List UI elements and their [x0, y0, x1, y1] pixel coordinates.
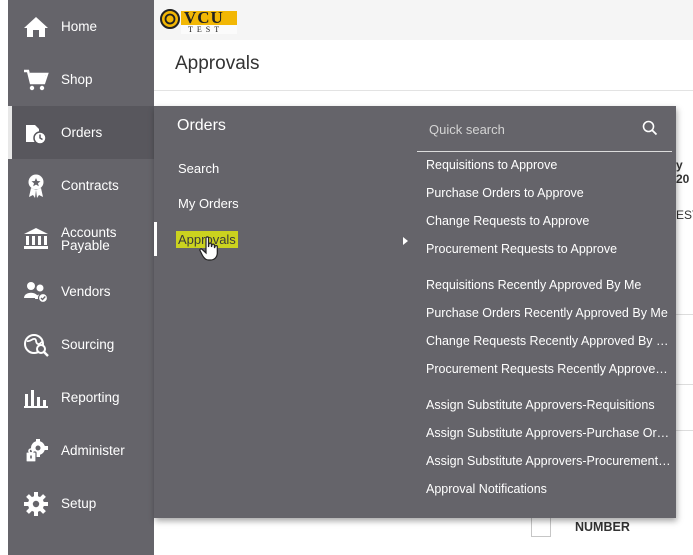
- sidebar-item-label: Orders: [61, 125, 103, 140]
- sidebar-item-vendors[interactable]: Vendors: [8, 265, 154, 318]
- orders-flyout-menu: Orders Search My Orders Approvals Requis…: [154, 106, 676, 518]
- sidebar-item-label: Vendors: [61, 284, 111, 299]
- submenu-active-indicator: [154, 222, 157, 256]
- submenu-item-my-orders[interactable]: My Orders: [178, 196, 239, 211]
- link-assign-substitute-requisitions[interactable]: Assign Substitute Approvers-Requisitions: [426, 398, 671, 412]
- chevron-right-icon: [403, 237, 408, 245]
- column-header-number: NUMBER: [575, 520, 630, 534]
- sidebar-item-accounts-payable[interactable]: Accounts Payable: [8, 212, 154, 265]
- background-cell: EST: [676, 208, 693, 222]
- active-indicator: [8, 106, 12, 159]
- bar-chart-icon: [22, 384, 50, 412]
- bank-icon: [22, 225, 50, 253]
- sidebar-item-orders[interactable]: Orders: [8, 106, 154, 159]
- sidebar-item-label: Setup: [61, 496, 97, 511]
- link-assign-substitute-purchase-orders[interactable]: Assign Substitute Approvers-Purchase Ord…: [426, 426, 671, 440]
- link-change-requests-to-approve[interactable]: Change Requests to Approve: [426, 214, 671, 228]
- page-title: Approvals: [175, 53, 260, 74]
- link-change-requests-recently-approved[interactable]: Change Requests Recently Approved By Me: [426, 334, 671, 348]
- ribbon-icon: [22, 172, 50, 200]
- submenu-item-search[interactable]: Search: [178, 161, 219, 176]
- title-divider: [154, 90, 693, 91]
- link-requisitions-to-approve[interactable]: Requisitions to Approve: [426, 158, 671, 172]
- background-divider: [676, 384, 693, 385]
- globe-icon: [22, 331, 50, 359]
- sidebar-item-setup[interactable]: Setup: [8, 477, 154, 530]
- hand-cursor-icon: [199, 236, 218, 261]
- sidebar-item-label: Contracts: [61, 178, 119, 193]
- sidebar-item-sourcing[interactable]: Sourcing: [8, 318, 154, 371]
- sidebar-item-label: Sourcing: [61, 337, 115, 352]
- logo-subtext: TEST: [188, 25, 224, 34]
- link-purchase-orders-to-approve[interactable]: Purchase Orders to Approve: [426, 186, 671, 200]
- sidebar-item-reporting[interactable]: Reporting: [8, 371, 154, 424]
- orders-icon: [22, 119, 50, 147]
- sidebar-item-label: Reporting: [61, 390, 120, 405]
- home-icon: [22, 13, 50, 41]
- sidebar-item-label: Shop: [61, 72, 93, 87]
- users-icon: [22, 278, 50, 306]
- search-icon[interactable]: [642, 120, 658, 136]
- background-cell: y 20: [676, 158, 690, 186]
- sidebar-item-label: Administer: [61, 443, 125, 458]
- sidebar-item-home[interactable]: Home: [8, 0, 154, 53]
- sidebar-item-label: Accounts Payable: [61, 224, 117, 253]
- flyout-heading: Orders: [177, 117, 226, 134]
- quick-search-input[interactable]: [429, 118, 629, 140]
- background-divider: [676, 430, 693, 431]
- vcu-logo[interactable]: VCU TEST: [160, 6, 240, 36]
- sidebar-item-shop[interactable]: Shop: [8, 53, 154, 106]
- link-purchase-orders-recently-approved[interactable]: Purchase Orders Recently Approved By Me: [426, 306, 671, 320]
- link-procurement-requests-to-approve[interactable]: Procurement Requests to Approve: [426, 242, 671, 256]
- link-assign-substitute-procurement-requests[interactable]: Assign Substitute Approvers-Procurement …: [426, 454, 671, 468]
- gear-icon: [22, 490, 50, 518]
- row-select-checkbox[interactable]: [531, 517, 551, 537]
- link-procurement-requests-recently-approved[interactable]: Procurement Requests Recently Approved B…: [426, 362, 671, 376]
- sidebar-item-administer[interactable]: Administer: [8, 424, 154, 477]
- sidebar-item-contracts[interactable]: Contracts: [8, 159, 154, 212]
- sidebar: Home Shop Orders Contracts Accounts Paya…: [8, 0, 154, 555]
- link-requisitions-recently-approved[interactable]: Requisitions Recently Approved By Me: [426, 278, 671, 292]
- cart-icon: [22, 66, 50, 94]
- admin-gear-icon: [22, 437, 50, 465]
- quick-search: [417, 106, 672, 152]
- link-approval-notifications[interactable]: Approval Notifications: [426, 482, 671, 496]
- background-divider: [676, 314, 693, 315]
- sidebar-item-label: Home: [61, 19, 98, 34]
